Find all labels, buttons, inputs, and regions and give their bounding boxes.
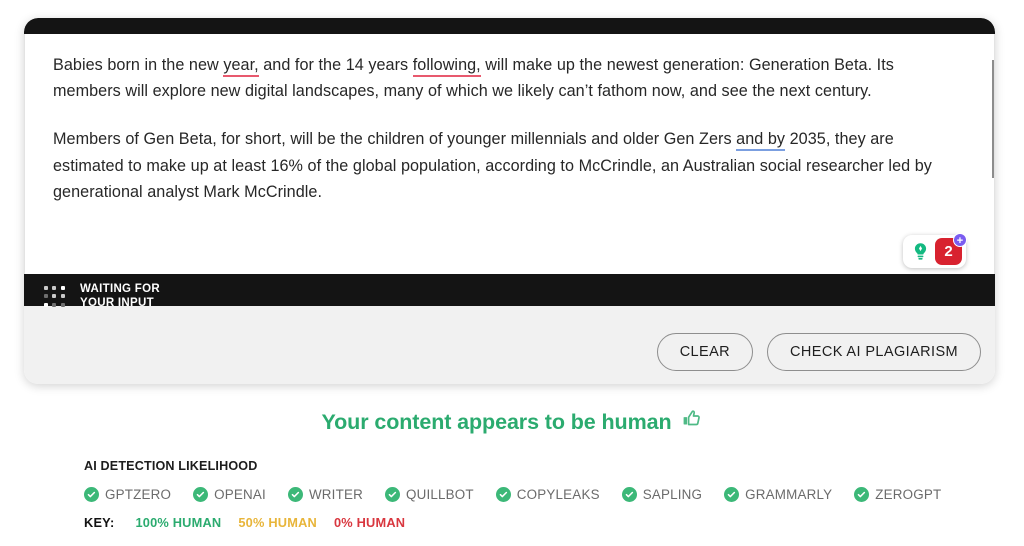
check-circle-icon [854,487,870,502]
check-circle-icon [193,487,209,502]
suggestion-count-value: 2 [944,243,953,260]
detector-item-openai: OPENAI [193,487,266,502]
detector-item-zerogpt: ZEROGPT [854,487,941,502]
style-suggestion-underline[interactable]: and by [736,130,786,152]
clear-button[interactable]: CLEAR [656,333,754,371]
editor-paragraph: Babies born in the new year, and for the… [53,52,966,104]
results-section: Your content appears to be human AI DETE… [0,408,1024,530]
detector-label: WRITER [308,487,363,502]
detector-label: GRAMMARLY [745,487,833,502]
text-caret [992,60,994,178]
detector-item-gptzero: GPTZERO [84,487,171,502]
detector-item-quillbot: QUILLBOT [384,487,474,502]
page-root: Babies born in the new year, and for the… [0,0,1024,546]
status-message: WAITING FOR YOUR INPUT [80,283,160,310]
key-item: 100% HUMAN [135,515,222,530]
grammar-suggestion-underline[interactable]: year, [223,56,259,77]
plus-badge-icon: + [953,233,967,247]
dot-grid-loading-icon [44,286,66,308]
text-editor[interactable]: Babies born in the new year, and for the… [24,34,995,274]
check-circle-icon [384,487,400,502]
detector-label: GPTZERO [105,487,172,502]
editor-text: Babies born in the new [53,56,224,74]
check-circle-icon [84,487,99,502]
check-circle-icon [495,487,511,502]
key-item: 50% HUMAN [238,515,317,530]
card-top-bar [24,18,995,34]
status-line-1: WAITING FOR [80,283,160,296]
detector-label: SAPLING [642,487,703,502]
check-circle-icon [287,487,303,502]
editor-paragraph: Members of Gen Beta, for short, will be … [53,126,966,205]
verdict-heading: Your content appears to be human [0,408,1024,436]
key-label: KEY: [84,515,115,530]
lightbulb-icon[interactable] [907,239,933,265]
status-line-2: YOUR INPUT [80,297,154,309]
detector-label: QUILLBOT [405,487,474,502]
editor-text: Members of Gen Beta, for short, will be … [53,130,737,149]
editor-paragraphs[interactable]: Babies born in the new year, and for the… [53,52,966,205]
detector-list: GPTZERO OPENAI WRITER QUILLBOT COPYLEAKS SAPL… [84,487,1024,502]
suggestion-pill[interactable]: 2 + [903,233,967,268]
key-items: 100% HUMAN 50% HUMAN 0% HUMAN [135,515,405,530]
card-footer: CLEAR CHECK AI PLAGIARISM [24,306,995,384]
suggestion-count-badge[interactable]: 2 + [935,233,967,265]
detector-label: ZEROGPT [875,487,942,502]
check-circle-icon [724,487,740,502]
key-item: 0% HUMAN [333,515,406,530]
verdict-text: Your content appears to be human [321,409,672,434]
detector-item-sapling: SAPLING [621,487,703,502]
editor-text: and for the 14 years [258,56,413,74]
detector-item-grammarly: GRAMMARLY [724,487,832,502]
grammar-suggestion-underline[interactable]: following, [412,56,481,77]
thumbs-up-icon [681,408,703,436]
detector-label: COPYLEAKS [516,487,600,502]
check-circle-icon [621,487,637,502]
key-legend: KEY: 100% HUMAN 50% HUMAN 0% HUMAN [84,515,1024,530]
ai-detection-likelihood-label: AI DETECTION LIKELIHOOD [84,459,258,473]
detector-label: OPENAI [214,487,266,502]
editor-card: Babies born in the new year, and for the… [24,18,995,384]
detector-item-writer: WRITER [287,487,363,502]
detector-item-copyleaks: COPYLEAKS [495,487,600,502]
check-ai-plagiarism-button[interactable]: CHECK AI PLAGIARISM [767,333,981,371]
